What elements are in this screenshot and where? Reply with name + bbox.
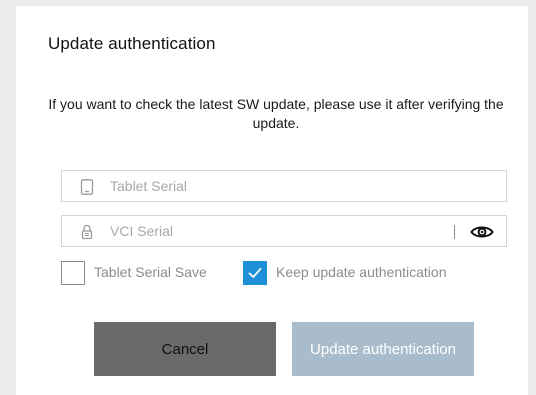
dialog-title: Update authentication bbox=[48, 34, 216, 53]
update-authentication-button[interactable]: Update authentication bbox=[292, 322, 474, 376]
checkmark-icon bbox=[248, 267, 262, 278]
vci-serial-field[interactable] bbox=[61, 215, 507, 247]
cancel-button[interactable]: Cancel bbox=[94, 322, 276, 376]
tablet-serial-save-checkbox[interactable] bbox=[61, 261, 85, 285]
vci-serial-input[interactable] bbox=[110, 216, 440, 246]
eye-icon[interactable] bbox=[470, 223, 494, 241]
keep-update-auth-checkbox[interactable] bbox=[243, 261, 267, 285]
tablet-serial-input[interactable] bbox=[110, 171, 440, 201]
tablet-serial-field[interactable] bbox=[61, 170, 507, 202]
field-divider bbox=[454, 225, 455, 239]
keep-update-auth-label: Keep update authentication bbox=[276, 264, 447, 280]
tablet-icon bbox=[80, 179, 94, 195]
lock-icon bbox=[81, 224, 93, 240]
tablet-serial-save-label: Tablet Serial Save bbox=[94, 264, 207, 280]
dialog-message: If you want to check the latest SW updat… bbox=[48, 96, 504, 131]
update-auth-dialog: Update authentication If you want to che… bbox=[16, 6, 528, 395]
